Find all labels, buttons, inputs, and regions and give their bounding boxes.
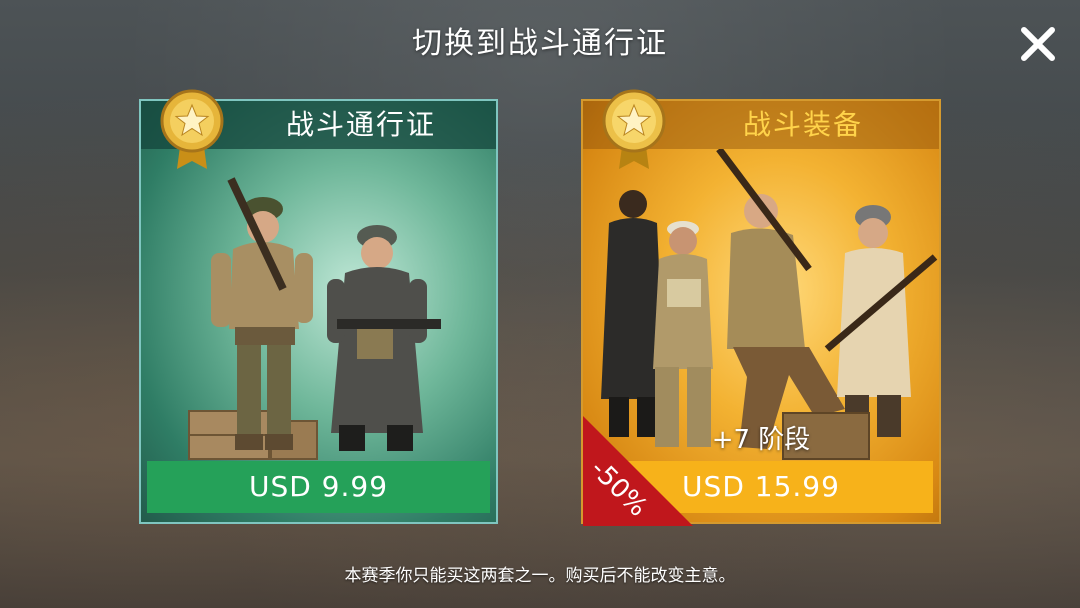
card-title: 战斗通行证 — [286, 108, 437, 141]
battle-gear-card[interactable]: 战斗装备 +7 阶段 USD 15.99 -50% — [581, 89, 941, 526]
card-title: 战斗装备 — [743, 108, 864, 141]
dialog-title: 切换到战斗通行证 — [412, 26, 668, 61]
star-medal-icon — [602, 89, 666, 169]
star-medal-icon — [160, 89, 224, 169]
footnote: 本赛季你只能买这两套之一。购买后不能改变主意。 — [344, 566, 736, 586]
soldiers-illustration — [601, 149, 938, 460]
discount-badge: -50% — [583, 416, 693, 526]
close-icon[interactable] — [1016, 22, 1060, 66]
battle-pass-card[interactable]: 战斗通行证 USD 9.99 — [139, 89, 498, 524]
battle-pass-price-button[interactable]: USD 9.99 — [147, 461, 490, 513]
soldiers-illustration — [188, 177, 441, 460]
purchase-dialog: 切换到战斗通行证 战斗通行证 USD 9.99 战斗装备 +7 阶段 USD 1… — [0, 0, 1080, 608]
